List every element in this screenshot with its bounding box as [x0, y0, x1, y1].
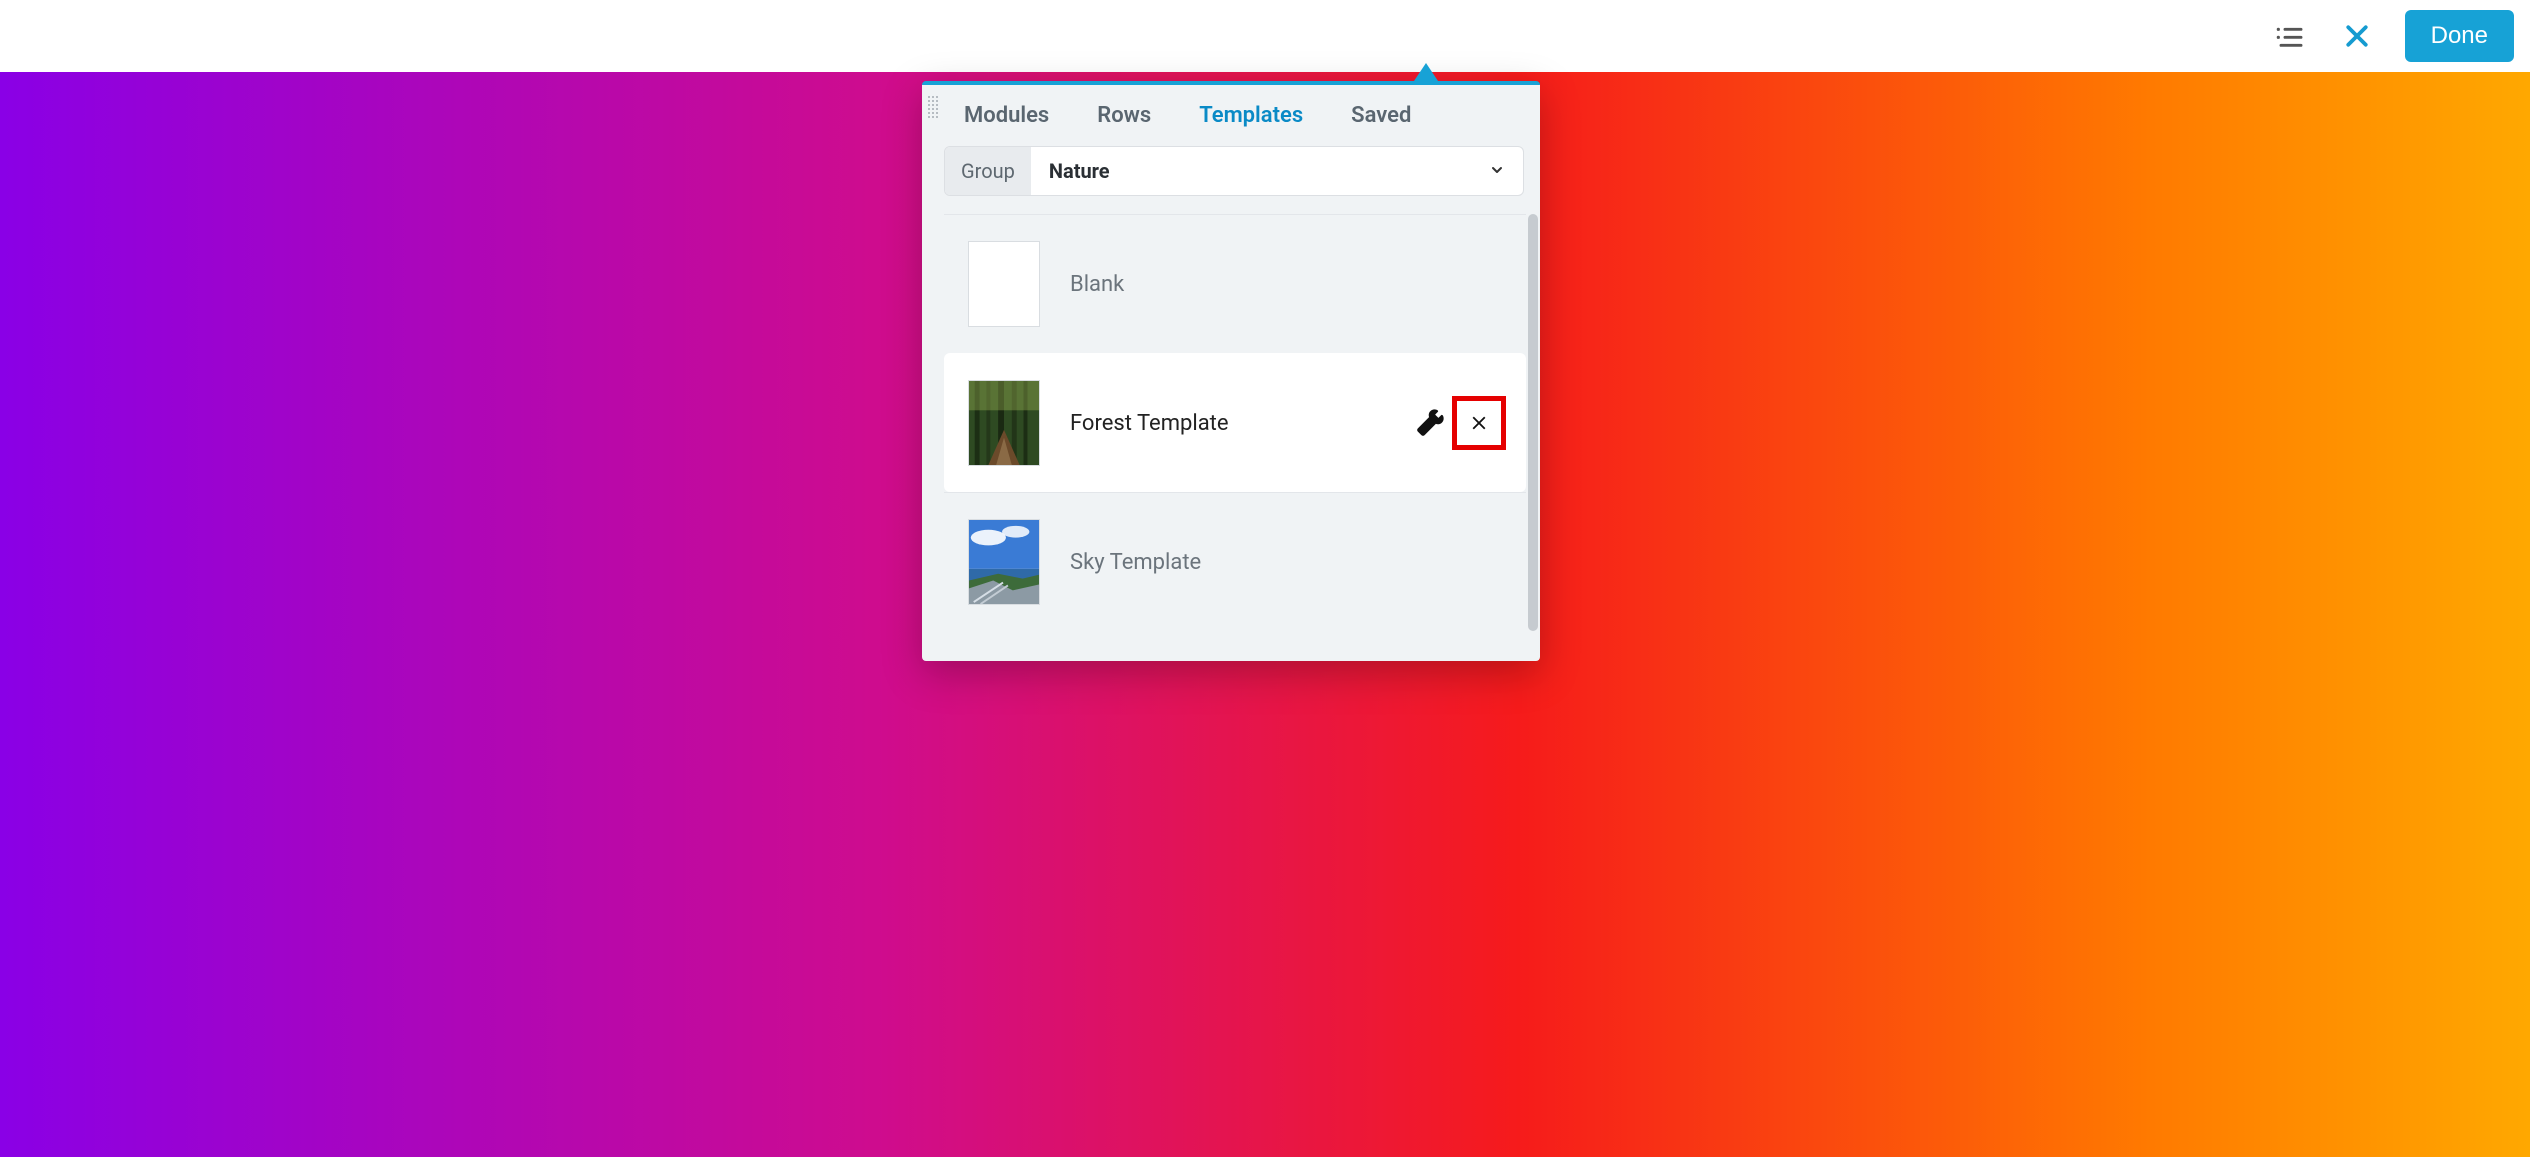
group-selected-value: Nature: [1049, 159, 1110, 183]
template-name: Sky Template: [1070, 550, 1506, 575]
group-select[interactable]: Nature: [1031, 147, 1523, 195]
template-item-blank[interactable]: Blank: [944, 214, 1526, 353]
panel-drag-handle[interactable]: [922, 85, 944, 631]
panel-tabs: Modules Rows Templates Saved: [944, 85, 1540, 146]
group-label: Group: [945, 147, 1031, 195]
template-name: Forest Template: [1070, 411, 1384, 436]
edit-template-button[interactable]: [1414, 407, 1446, 439]
done-button[interactable]: Done: [2405, 10, 2514, 62]
template-thumb-blank: [968, 241, 1040, 327]
panel-caret: [1414, 63, 1438, 81]
group-filter: Group Nature: [944, 146, 1524, 196]
template-list: Blank Forest: [944, 214, 1540, 631]
tab-modules[interactable]: Modules: [964, 103, 1049, 128]
tab-rows[interactable]: Rows: [1097, 103, 1151, 128]
template-row-actions: [1414, 396, 1506, 450]
template-name: Blank: [1070, 272, 1506, 297]
template-thumb-forest: [968, 380, 1040, 466]
tab-saved[interactable]: Saved: [1351, 103, 1411, 128]
top-toolbar: Done: [0, 0, 2530, 72]
delete-template-button[interactable]: [1452, 396, 1506, 450]
template-thumb-sky: [968, 519, 1040, 605]
template-item-forest[interactable]: Forest Template: [944, 353, 1526, 492]
tab-templates[interactable]: Templates: [1199, 103, 1303, 128]
chevron-down-icon: [1489, 159, 1505, 183]
scrollbar[interactable]: [1528, 214, 1538, 631]
template-item-sky[interactable]: Sky Template: [944, 492, 1526, 631]
close-panel-icon[interactable]: [2337, 16, 2377, 56]
content-panel: Modules Rows Templates Saved Group Natur…: [922, 81, 1540, 661]
outline-list-icon[interactable]: [2269, 16, 2309, 56]
